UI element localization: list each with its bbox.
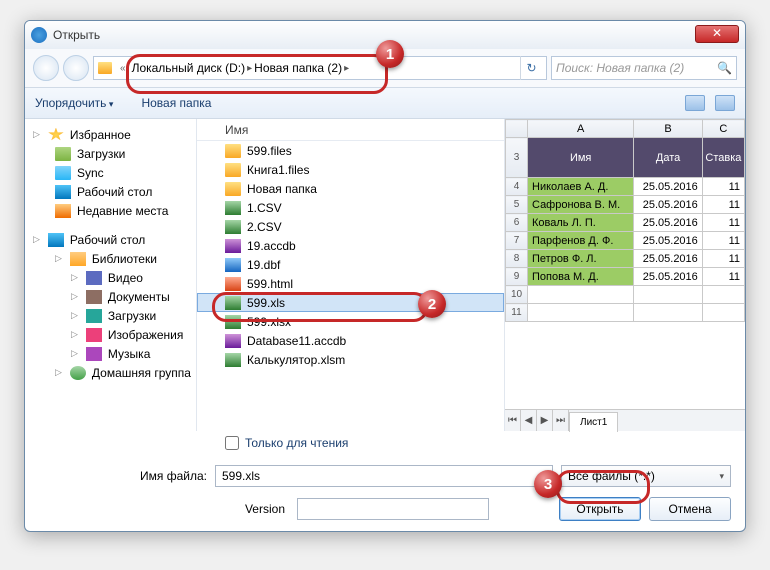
filename-label: Имя файла:: [39, 469, 207, 483]
close-button[interactable]: ✕: [695, 25, 739, 43]
file-name: 1.CSV: [247, 201, 282, 215]
file-name: 19.dbf: [247, 258, 280, 272]
sheet-tab[interactable]: Лист1: [569, 412, 618, 432]
search-placeholder: Поиск: Новая папка (2): [556, 61, 684, 75]
nav-music[interactable]: ▷Музыка: [29, 344, 192, 363]
file-icon: [225, 258, 241, 272]
file-name: Database11.accdb: [247, 334, 346, 348]
sheet-last-button[interactable]: ⏭: [553, 410, 569, 431]
nav-sync[interactable]: Sync: [29, 163, 192, 182]
readonly-checkbox[interactable]: [225, 436, 239, 450]
help-button[interactable]: [715, 95, 735, 111]
sheet-first-button[interactable]: ⏮: [505, 410, 521, 431]
open-button[interactable]: Открыть: [559, 497, 641, 521]
titlebar[interactable]: Открыть ✕: [25, 21, 745, 49]
sheet-tab-bar[interactable]: ⏮ ◀ ▶ ⏭ Лист1: [505, 409, 745, 431]
chevron-right-icon: ▸: [344, 63, 349, 74]
file-icon: [225, 296, 241, 310]
readonly-label: Только для чтения: [245, 436, 348, 450]
readonly-row: Только для чтения: [25, 431, 745, 455]
breadcrumb[interactable]: « Локальный диск (D:) ▸ Новая папка (2) …: [93, 56, 547, 80]
file-icon: [225, 315, 241, 329]
file-list[interactable]: 599.files Книга1.files Новая папка 1.CSV 2.C…: [197, 141, 504, 431]
file-icon: [225, 239, 241, 253]
file-item[interactable]: 19.dbf: [197, 255, 504, 274]
file-icon: [225, 220, 241, 234]
file-item[interactable]: 599.files: [197, 141, 504, 160]
breadcrumb-drive[interactable]: Локальный диск (D:): [132, 61, 246, 75]
file-item[interactable]: 599.html: [197, 274, 504, 293]
window-title: Открыть: [53, 28, 100, 42]
nav-recent[interactable]: Недавние места: [29, 201, 192, 220]
nav-desktop2[interactable]: ▷Рабочий стол: [29, 230, 192, 249]
file-item[interactable]: Книга1.files: [197, 160, 504, 179]
bottom-panel: Имя файла: 599.xls▾ Все файлы (*.*)▾ Ver…: [25, 455, 745, 532]
search-input[interactable]: Поиск: Новая папка (2) 🔍: [551, 56, 737, 80]
nav-libraries[interactable]: ▷Библиотеки: [29, 249, 192, 268]
file-item[interactable]: 599.xls: [197, 293, 504, 312]
file-name: Книга1.files: [247, 163, 309, 177]
nav-video[interactable]: ▷Видео: [29, 268, 192, 287]
back-button[interactable]: [33, 55, 59, 81]
file-icon: [225, 144, 241, 158]
nav-favorites[interactable]: ▷Избранное: [29, 125, 192, 144]
nav-downloads2[interactable]: ▷Загрузки: [29, 306, 192, 325]
nav-downloads[interactable]: Загрузки: [29, 144, 192, 163]
toolbar: Упорядочить Новая папка: [25, 87, 745, 119]
spreadsheet-preview[interactable]: ABC3ИмяДатаСтавка4Николаев А. Д.25.05.20…: [505, 119, 745, 409]
sheet-next-button[interactable]: ▶: [537, 410, 553, 431]
file-name: Калькулятор.xlsm: [247, 353, 345, 367]
filename-input[interactable]: 599.xls▾: [215, 465, 553, 487]
forward-button[interactable]: [63, 55, 89, 81]
file-icon: [225, 201, 241, 215]
chevron-right-icon: ▸: [247, 63, 252, 74]
sheet-prev-button[interactable]: ◀: [521, 410, 537, 431]
breadcrumb-sep: «: [120, 63, 126, 74]
organize-menu[interactable]: Упорядочить: [35, 96, 113, 110]
file-item[interactable]: 19.accdb: [197, 236, 504, 255]
file-list-pane: Имя 599.files Книга1.files Новая папка 1.CS…: [197, 119, 505, 431]
new-folder-button[interactable]: Новая папка: [141, 96, 211, 110]
file-name: 599.xls: [247, 296, 285, 310]
file-name: 599.xlsx: [247, 315, 291, 329]
file-name: Новая папка: [247, 182, 317, 196]
search-icon: 🔍: [717, 61, 732, 75]
file-item[interactable]: Калькулятор.xlsm: [197, 350, 504, 369]
file-icon: [225, 163, 241, 177]
refresh-button[interactable]: ↻: [520, 56, 542, 80]
nav-images[interactable]: ▷Изображения: [29, 325, 192, 344]
file-icon: [225, 182, 241, 196]
breadcrumb-folder[interactable]: Новая папка (2): [254, 61, 342, 75]
file-list-header[interactable]: Имя: [197, 119, 504, 141]
nav-homegroup[interactable]: ▷Домашняя группа: [29, 363, 192, 382]
file-item[interactable]: 599.xlsx: [197, 312, 504, 331]
nav-pane[interactable]: ▷Избранное Загрузки Sync Рабочий стол Не…: [25, 119, 197, 431]
open-dialog: Открыть ✕ « Локальный диск (D:) ▸ Новая …: [24, 20, 746, 532]
filetype-combo[interactable]: Все файлы (*.*)▾: [561, 465, 731, 487]
file-name: 2.CSV: [247, 220, 282, 234]
app-icon: [31, 27, 47, 43]
file-item[interactable]: 2.CSV: [197, 217, 504, 236]
file-name: 19.accdb: [247, 239, 296, 253]
file-icon: [225, 334, 241, 348]
cancel-button[interactable]: Отмена: [649, 497, 731, 521]
folder-icon: [98, 62, 112, 74]
file-icon: [225, 277, 241, 291]
file-item[interactable]: Новая папка: [197, 179, 504, 198]
file-icon: [225, 353, 241, 367]
preview-pane: ABC3ИмяДатаСтавка4Николаев А. Д.25.05.20…: [505, 119, 745, 431]
dialog-body: ▷Избранное Загрузки Sync Рабочий стол Не…: [25, 119, 745, 431]
file-item[interactable]: Database11.accdb: [197, 331, 504, 350]
address-bar-row: « Локальный диск (D:) ▸ Новая папка (2) …: [25, 49, 745, 87]
nav-desktop[interactable]: Рабочий стол: [29, 182, 192, 201]
version-label: Version: [245, 502, 285, 516]
file-name: 599.files: [247, 144, 292, 158]
file-name: 599.html: [247, 277, 293, 291]
file-item[interactable]: 1.CSV: [197, 198, 504, 217]
nav-documents[interactable]: ▷Документы: [29, 287, 192, 306]
version-input[interactable]: [297, 498, 489, 520]
view-button[interactable]: [685, 95, 705, 111]
